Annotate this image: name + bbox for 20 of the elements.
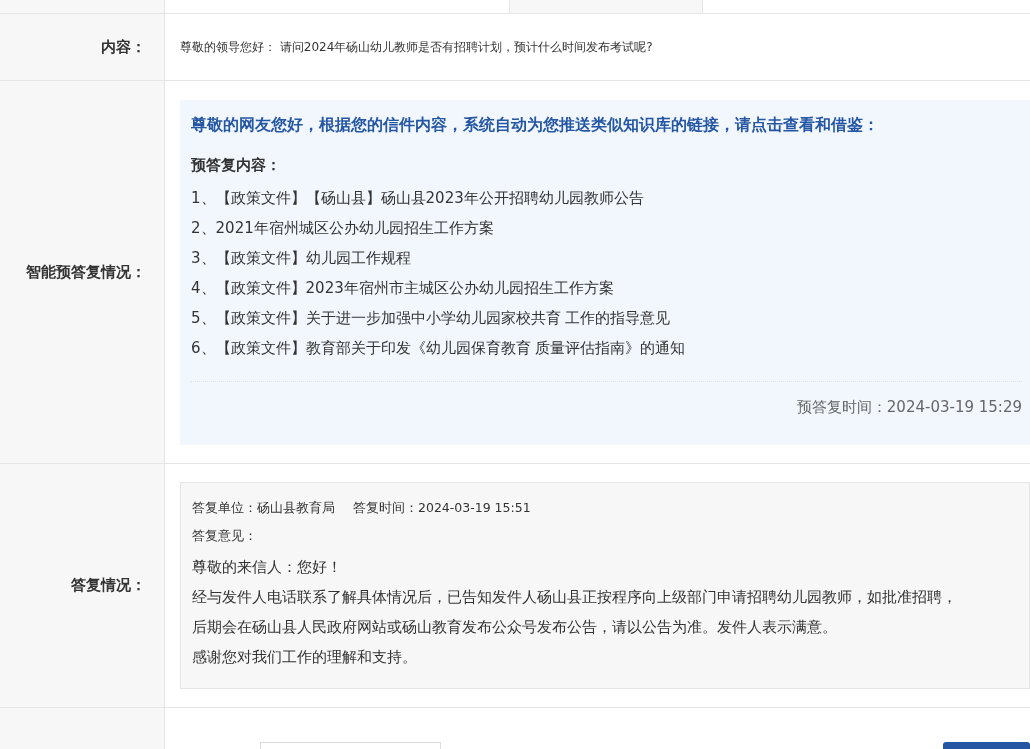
- field-label: 答复情况：: [71, 575, 146, 597]
- reply-text: 尊敬的来信人：您好！: [192, 556, 342, 578]
- reply-text: 经与发件人电话联系了解具体情况后，已告知发件人砀山县正按程序向上级部门申请招聘幼儿园教师，如批准招聘，: [192, 586, 957, 608]
- reply-time: 答复时间：2024-03-19 15:51: [353, 498, 531, 517]
- knowledge-link[interactable]: 5、【政策文件】关于进一步加强中小学幼儿园家校共育 工作的指导意见: [191, 302, 671, 333]
- reply-unit: 答复单位：砀山县教育局: [192, 498, 335, 517]
- knowledge-link[interactable]: 1、【政策文件】【砀山县】砀山县2023年公开招聘幼儿园教师公告: [191, 182, 644, 213]
- field-label: 智能预答复情况：: [26, 261, 146, 283]
- knowledge-link[interactable]: 4、【政策文件】2023年宿州市主城区公办幼儿园招生工作方案: [191, 272, 614, 303]
- reply-text: 感谢您对我们工作的理解和支持。: [192, 646, 417, 668]
- pre-reply-time: 预答复时间：2024-03-19 15:29: [796, 396, 1022, 418]
- pre-reply-intro: 尊敬的网友您好，根据您的信件内容，系统自动为您推送类似知识库的链接，请点击查看和借鉴：: [191, 115, 880, 136]
- field-label: 内容：: [101, 36, 146, 58]
- knowledge-link[interactable]: 2、2021年宿州城区公办幼儿园招生工作方案: [191, 212, 494, 243]
- knowledge-link[interactable]: 3、【政策文件】幼儿园工作规程: [191, 242, 411, 273]
- reply-text: 后期会在砀山县人民政府网站或砀山教育发布公众号发布公告，请以公告为准。发件人表示满意。: [192, 616, 837, 638]
- knowledge-link[interactable]: 6、【政策文件】教育部关于印发《幼儿园保育教育 质量评估指南》的通知: [191, 332, 686, 363]
- pre-reply-subtitle: 预答复内容：: [191, 155, 282, 177]
- content-text: 尊敬的领导您好： 请问2024年砀山幼儿教师是否有招聘计划，预计什么时间发布考试呢?: [180, 39, 653, 56]
- reply-opinion-label: 答复意见：: [192, 527, 257, 545]
